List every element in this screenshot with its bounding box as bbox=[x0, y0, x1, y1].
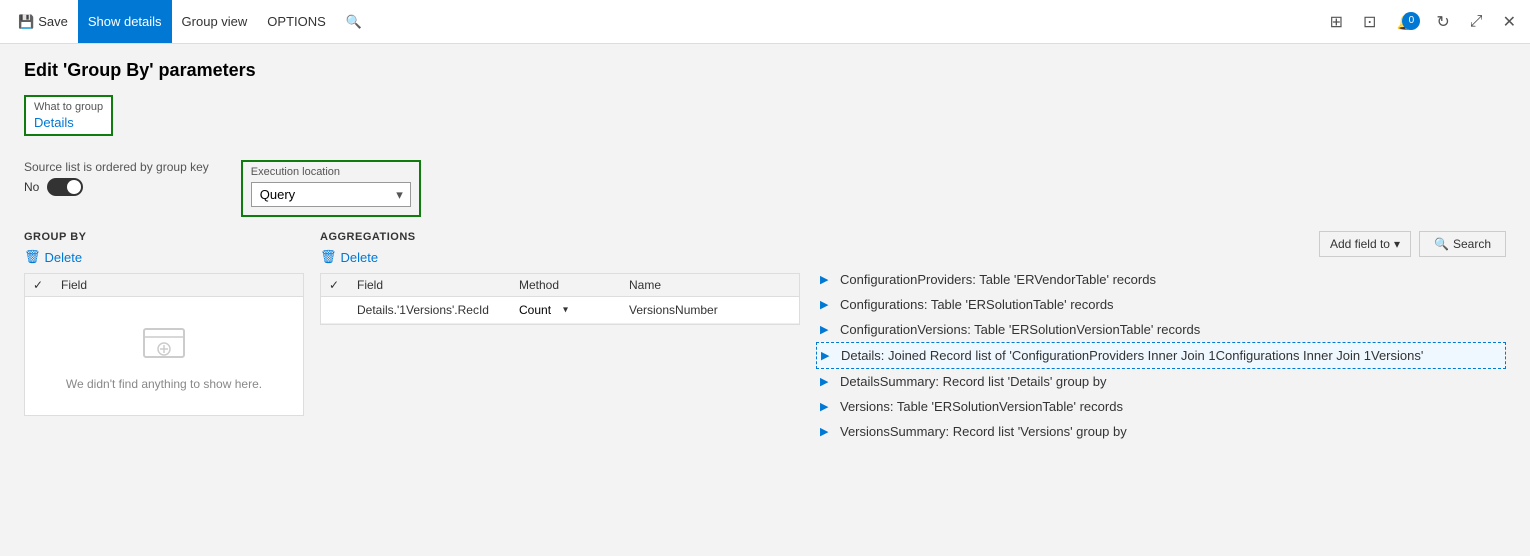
list-item-highlighted[interactable]: ▶ Details: Joined Record list of 'Config… bbox=[816, 342, 1506, 369]
execution-location-label: Execution location bbox=[251, 166, 411, 178]
show-details-button[interactable]: Show details bbox=[78, 0, 172, 43]
list-item[interactable]: ▶ ConfigurationVersions: Table 'ERSoluti… bbox=[816, 317, 1506, 342]
field-list: ▶ ConfigurationProviders: Table 'ERVendo… bbox=[816, 267, 1506, 444]
add-field-button[interactable]: Add field to ▾ bbox=[1319, 231, 1411, 257]
page-content: Edit 'Group By' parameters What to group… bbox=[0, 44, 1530, 556]
group-by-empty-state: We didn't find anything to show here. bbox=[25, 297, 303, 415]
method-select-wrap: Count Sum Min Max ▾ bbox=[519, 303, 568, 317]
search-toolbar-icon: 🔍 bbox=[346, 14, 362, 30]
group-by-table-header: ✓ Field bbox=[25, 274, 303, 297]
group-view-button[interactable]: Group view bbox=[172, 0, 258, 43]
agg-row-name: VersionsNumber bbox=[629, 303, 791, 317]
toolbar: 💾 Save Show details Group view OPTIONS 🔍… bbox=[0, 0, 1530, 44]
search-toolbar-button[interactable]: 🔍 bbox=[336, 0, 372, 43]
aggregations-delete-icon: 🗑 bbox=[320, 249, 337, 265]
field-chevron-icon: ▶ bbox=[820, 375, 832, 388]
group-by-empty-text: We didn't find anything to show here. bbox=[66, 377, 262, 391]
agg-check-col-header: ✓ bbox=[329, 278, 357, 292]
what-to-group-value: Details bbox=[34, 115, 103, 130]
field-chevron-icon: ▶ bbox=[820, 298, 832, 311]
what-to-group-box: What to group Details bbox=[24, 95, 113, 136]
office-icon-button[interactable]: ⊡ bbox=[1357, 8, 1382, 36]
add-field-chevron-icon: ▾ bbox=[1394, 237, 1400, 251]
refresh-icon-button[interactable]: ↻ bbox=[1430, 8, 1455, 36]
right-panel-header: Add field to ▾ 🔍 Search bbox=[816, 231, 1506, 257]
execution-location-select[interactable]: Query In memory Auto bbox=[251, 182, 411, 207]
group-by-delete-icon: 🗑 bbox=[24, 249, 41, 265]
method-chevron-icon: ▾ bbox=[563, 305, 568, 316]
aggregations-header: AGGREGATIONS bbox=[320, 231, 800, 243]
agg-field-col-header: Field bbox=[357, 278, 519, 292]
group-by-table: ✓ Field We didn't find anyth bbox=[24, 273, 304, 416]
list-item[interactable]: ▶ ConfigurationProviders: Table 'ERVendo… bbox=[816, 267, 1506, 292]
group-by-check-col-header: ✓ bbox=[33, 278, 61, 292]
source-list-label: Source list is ordered by group key bbox=[24, 160, 209, 174]
list-item[interactable]: ▶ Configurations: Table 'ERSolutionTable… bbox=[816, 292, 1506, 317]
agg-checkmark-header-icon: ✓ bbox=[329, 278, 339, 292]
agg-row-field: Details.'1Versions'.RecId bbox=[357, 303, 519, 317]
group-by-section: GROUP BY 🗑 Delete ✓ Field bbox=[24, 231, 304, 444]
source-row: Source list is ordered by group key No E… bbox=[24, 160, 1506, 217]
aggregations-table-header: ✓ Field Method Name bbox=[321, 274, 799, 297]
agg-name-col-header: Name bbox=[629, 278, 791, 292]
execution-location-box: Execution location Query In memory Auto … bbox=[241, 160, 421, 217]
close-icon-button[interactable]: ✕ bbox=[1497, 8, 1522, 36]
popout-icon-button[interactable]: ⤢ bbox=[1464, 9, 1489, 35]
options-button[interactable]: OPTIONS bbox=[257, 0, 336, 43]
list-item[interactable]: ▶ Versions: Table 'ERSolutionVersionTabl… bbox=[816, 394, 1506, 419]
empty-state-icon bbox=[140, 321, 188, 369]
source-list-toggle[interactable] bbox=[47, 178, 83, 196]
field-chevron-icon: ▶ bbox=[820, 273, 832, 286]
field-chevron-icon: ▶ bbox=[820, 323, 832, 336]
agg-method-select[interactable]: Count Sum Min Max bbox=[519, 303, 568, 317]
list-item[interactable]: ▶ DetailsSummary: Record list 'Details' … bbox=[816, 369, 1506, 394]
group-by-delete-button[interactable]: 🗑 Delete bbox=[24, 249, 82, 265]
toolbar-right: ⊞ ⊡ 🔔 0 ↻ ⤢ ✕ bbox=[1324, 8, 1522, 36]
toggle-row: No bbox=[24, 178, 209, 196]
what-to-group-label: What to group bbox=[34, 101, 103, 113]
page-title: Edit 'Group By' parameters bbox=[24, 60, 1506, 81]
grid-icon-button[interactable]: ⊞ bbox=[1324, 8, 1349, 36]
agg-method-col-header: Method bbox=[519, 278, 629, 292]
table-row: Details.'1Versions'.RecId Count Sum Min … bbox=[321, 297, 799, 324]
toggle-knob bbox=[67, 180, 81, 194]
save-icon: 💾 bbox=[18, 14, 34, 30]
field-chevron-icon: ▶ bbox=[820, 400, 832, 413]
toggle-no-label: No bbox=[24, 180, 39, 194]
save-button[interactable]: 💾 Save bbox=[8, 0, 78, 43]
aggregations-table: ✓ Field Method Name Details.'1Versions'.… bbox=[320, 273, 800, 325]
aggregations-delete-button[interactable]: 🗑 Delete bbox=[320, 249, 378, 265]
field-chevron-icon: ▶ bbox=[821, 349, 833, 362]
agg-row-method-wrap: Count Sum Min Max ▾ bbox=[519, 303, 629, 317]
search-icon: 🔍 bbox=[1434, 237, 1449, 251]
execution-location-select-wrap: Query In memory Auto ▾ bbox=[251, 182, 411, 207]
field-chevron-icon: ▶ bbox=[820, 425, 832, 438]
notification-wrap: 🔔 0 bbox=[1390, 8, 1422, 36]
notification-badge: 0 bbox=[1402, 12, 1420, 30]
search-button[interactable]: 🔍 Search bbox=[1419, 231, 1506, 257]
columns-area: GROUP BY 🗑 Delete ✓ Field bbox=[24, 231, 1506, 444]
group-by-header: GROUP BY bbox=[24, 231, 304, 243]
aggregations-section: AGGREGATIONS 🗑 Delete ✓ Field Method Nam… bbox=[320, 231, 800, 444]
list-item[interactable]: ▶ VersionsSummary: Record list 'Versions… bbox=[816, 419, 1506, 444]
checkmark-header-icon: ✓ bbox=[33, 278, 43, 292]
group-by-field-col-header: Field bbox=[61, 278, 295, 292]
source-list-section: Source list is ordered by group key No bbox=[24, 160, 209, 196]
right-panel: Add field to ▾ 🔍 Search ▶ ConfigurationP… bbox=[816, 231, 1506, 444]
